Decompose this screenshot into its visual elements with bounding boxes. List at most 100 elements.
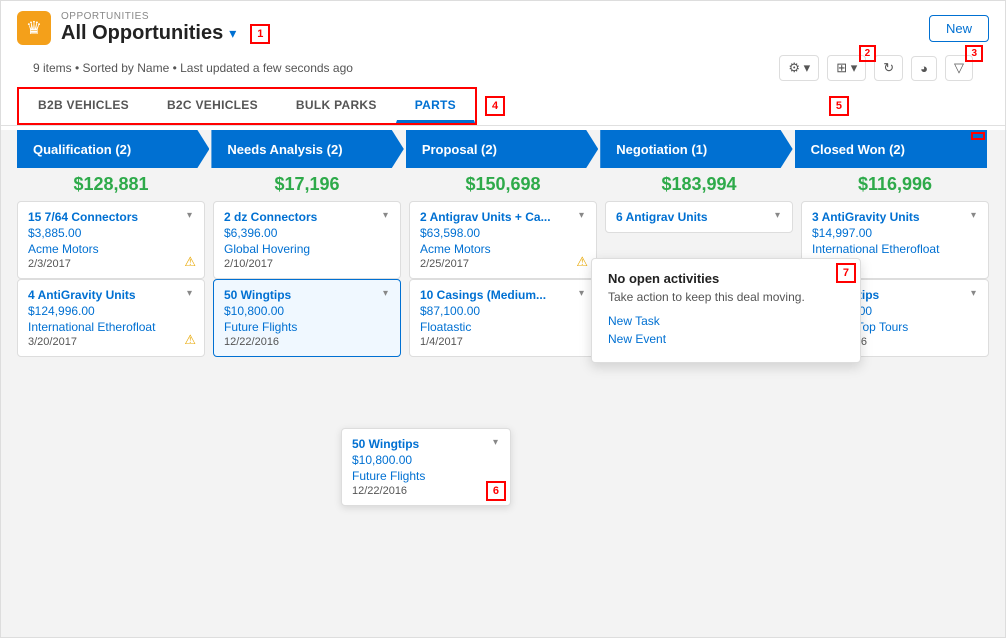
card-company-connectors-2dz[interactable]: Global Hovering bbox=[224, 242, 390, 256]
app-container: ♛ OPPORTUNITIES All Opportunities ▾ 1 Ne… bbox=[0, 0, 1006, 638]
card-date-antigravity-4: 3/20/2017 bbox=[28, 336, 194, 348]
col-qualification: $128,881 15 7/64 Connectors ▾ $3,885.00 … bbox=[17, 168, 205, 629]
card-dropdown-connectors-15[interactable]: ▾ bbox=[185, 210, 194, 221]
floating-card-company[interactable]: Future Flights bbox=[352, 469, 500, 483]
ref-7: 7 bbox=[836, 263, 856, 283]
header: ♛ OPPORTUNITIES All Opportunities ▾ 1 Ne… bbox=[1, 1, 1005, 126]
ref-4: 4 bbox=[485, 96, 505, 116]
card-company-antigrav-2[interactable]: Acme Motors bbox=[420, 242, 586, 256]
stage-name-negotiation: Negotiation (1) bbox=[616, 142, 707, 157]
col-proposal: $150,698 2 Antigrav Units + Ca... ▾ $63,… bbox=[409, 168, 597, 629]
tooltip-title: No open activities bbox=[608, 271, 844, 286]
col-total-needs-analysis: $17,196 bbox=[213, 168, 401, 201]
card-price-connectors-15: $3,885.00 bbox=[28, 226, 194, 240]
card-antigrav-2: 2 Antigrav Units + Ca... ▾ $63,598.00 Ac… bbox=[409, 201, 597, 279]
tabs-container: B2B VEHICLES B2C VEHICLES BULK PARKS PAR… bbox=[17, 87, 477, 125]
card-dropdown-antigrav-6[interactable]: ▾ bbox=[773, 210, 782, 221]
card-dropdown-antigrav-2[interactable]: ▾ bbox=[577, 210, 586, 221]
card-casings-10: 10 Casings (Medium... ▾ $87,100.00 Float… bbox=[409, 279, 597, 357]
chart-button[interactable]: ◕ bbox=[911, 56, 937, 81]
ref-5: 5 bbox=[829, 96, 849, 116]
floating-card-date: 12/22/2016 bbox=[352, 485, 500, 497]
card-date-connectors-15: 2/3/2017 bbox=[28, 258, 194, 270]
ref-3: 3 bbox=[965, 45, 983, 62]
kanban-stage-headers: Qualification (2) Needs Analysis (2) Pro… bbox=[1, 130, 1005, 168]
stage-name-qualification: Qualification (2) bbox=[33, 142, 131, 157]
card-price-casings-10: $87,100.00 bbox=[420, 304, 586, 318]
tab-b2c-vehicles[interactable]: B2C VEHICLES bbox=[148, 89, 277, 123]
new-button[interactable]: New bbox=[929, 15, 989, 42]
ref-1: 1 bbox=[250, 24, 270, 44]
stage-header-negotiation: Negotiation (1) bbox=[600, 130, 792, 168]
card-price-antigravity-4: $124,996.00 bbox=[28, 304, 194, 318]
settings-button[interactable]: ⚙ ▾ bbox=[779, 55, 819, 81]
card-dropdown-antigravity-4[interactable]: ▾ bbox=[185, 288, 194, 299]
stage-name-needs-analysis: Needs Analysis (2) bbox=[227, 142, 342, 157]
stage-header-needs-analysis: Needs Analysis (2) bbox=[211, 130, 403, 168]
card-antigrav-6: 6 Antigrav Units ▾ bbox=[605, 201, 793, 233]
tab-bulk-parks[interactable]: BULK PARKS bbox=[277, 89, 396, 123]
refresh-button[interactable]: ↻ bbox=[874, 55, 903, 81]
card-warn-icon-antigravity-4: ⚠ bbox=[184, 332, 196, 348]
card-warn-icon-antigrav-2: ⚠ bbox=[576, 254, 588, 270]
card-connectors-15: 15 7/64 Connectors ▾ $3,885.00 Acme Moto… bbox=[17, 201, 205, 279]
ref-closed-won-box bbox=[971, 132, 985, 140]
stage-name-closed-won: Closed Won (2) bbox=[811, 142, 905, 157]
card-price-connectors-2dz: $6,396.00 bbox=[224, 226, 390, 240]
tab-b2b-vehicles[interactable]: B2B VEHICLES bbox=[19, 89, 148, 123]
floating-card-dropdown[interactable]: ▾ bbox=[491, 437, 500, 448]
col-total-closed-won: $116,996 bbox=[801, 168, 989, 201]
card-title-wingtips-50-na: 50 Wingtips ▾ bbox=[224, 288, 390, 302]
card-company-casings-10[interactable]: Floatastic bbox=[420, 320, 586, 334]
card-company-antigravity-3[interactable]: International Etherofloat bbox=[812, 242, 978, 256]
opp-title-row: All Opportunities ▾ 1 bbox=[61, 22, 270, 45]
opportunities-label: OPPORTUNITIES bbox=[61, 11, 270, 22]
card-dropdown-casings-10[interactable]: ▾ bbox=[577, 288, 586, 299]
card-warn-icon-connectors-15: ⚠ bbox=[184, 254, 196, 270]
status-text: 9 items • Sorted by Name • Last updated … bbox=[33, 61, 353, 75]
col-total-qualification: $128,881 bbox=[17, 168, 205, 201]
tab-parts[interactable]: PARTS bbox=[396, 89, 475, 123]
card-price-antigrav-2: $63,598.00 bbox=[420, 226, 586, 240]
toolbar-icons: ⚙ ▾ ⊞ ▾ 2 ↻ ◕ ▽ 3 bbox=[779, 55, 973, 81]
kanban-body: $128,881 15 7/64 Connectors ▾ $3,885.00 … bbox=[1, 168, 1005, 637]
ref-2: 2 bbox=[859, 45, 877, 62]
card-title-antigrav-6: 6 Antigrav Units ▾ bbox=[616, 210, 782, 224]
col-total-negotiation: $183,994 bbox=[605, 168, 793, 201]
col-closed-won: $116,996 3 AntiGravity Units ▾ $14,997.0… bbox=[801, 168, 989, 629]
toolbar-row: 9 items • Sorted by Name • Last updated … bbox=[17, 51, 989, 87]
card-title-antigrav-2: 2 Antigrav Units + Ca... ▾ bbox=[420, 210, 586, 224]
card-company-connectors-15[interactable]: Acme Motors bbox=[28, 242, 194, 256]
card-company-antigravity-4[interactable]: International Etherofloat bbox=[28, 320, 194, 334]
floating-card-title[interactable]: 50 Wingtips bbox=[352, 437, 419, 451]
stage-header-qualification: Qualification (2) bbox=[17, 130, 209, 168]
card-dropdown-wingtips-50-na[interactable]: ▾ bbox=[381, 288, 390, 299]
activity-tooltip: No open activities Take action to keep t… bbox=[591, 258, 861, 363]
header-left: ♛ OPPORTUNITIES All Opportunities ▾ 1 bbox=[17, 11, 270, 45]
card-connectors-2dz: 2 dz Connectors ▾ $6,396.00 Global Hover… bbox=[213, 201, 401, 279]
card-company-wingtips-50-na[interactable]: Future Flights bbox=[224, 320, 390, 334]
header-top: ♛ OPPORTUNITIES All Opportunities ▾ 1 Ne… bbox=[17, 11, 989, 45]
card-dropdown-antigravity-3[interactable]: ▾ bbox=[969, 210, 978, 221]
header-title-block: OPPORTUNITIES All Opportunities ▾ 1 bbox=[61, 11, 270, 45]
card-title-antigravity-4: 4 AntiGravity Units ▾ bbox=[28, 288, 194, 302]
ref-6: 6 bbox=[486, 481, 506, 501]
stage-header-closed-won: Closed Won (2) bbox=[795, 130, 987, 168]
card-title-antigravity-3: 3 AntiGravity Units ▾ bbox=[812, 210, 978, 224]
new-task-link[interactable]: New Task bbox=[608, 314, 844, 328]
card-title-connectors-2dz: 2 dz Connectors ▾ bbox=[224, 210, 390, 224]
card-dropdown-connectors-2dz[interactable]: ▾ bbox=[381, 210, 390, 221]
col-total-proposal: $150,698 bbox=[409, 168, 597, 201]
card-date-antigrav-2: 2/25/2017 bbox=[420, 258, 586, 270]
card-date-casings-10: 1/4/2017 bbox=[420, 336, 586, 348]
card-wingtips-50-na: 50 Wingtips ▾ $10,800.00 Future Flights … bbox=[213, 279, 401, 357]
card-dropdown-wingtips-50-cw[interactable]: ▾ bbox=[969, 288, 978, 299]
card-date-connectors-2dz: 2/10/2017 bbox=[224, 258, 390, 270]
crown-icon: ♛ bbox=[17, 11, 51, 45]
stage-name-proposal: Proposal (2) bbox=[422, 142, 497, 157]
title-dropdown-arrow[interactable]: ▾ bbox=[229, 25, 236, 42]
card-antigravity-4: 4 AntiGravity Units ▾ $124,996.00 Intern… bbox=[17, 279, 205, 357]
card-title-casings-10: 10 Casings (Medium... ▾ bbox=[420, 288, 586, 302]
floating-card-wingtips: 50 Wingtips ▾ $10,800.00 Future Flights … bbox=[341, 428, 511, 506]
new-event-link[interactable]: New Event bbox=[608, 332, 844, 346]
